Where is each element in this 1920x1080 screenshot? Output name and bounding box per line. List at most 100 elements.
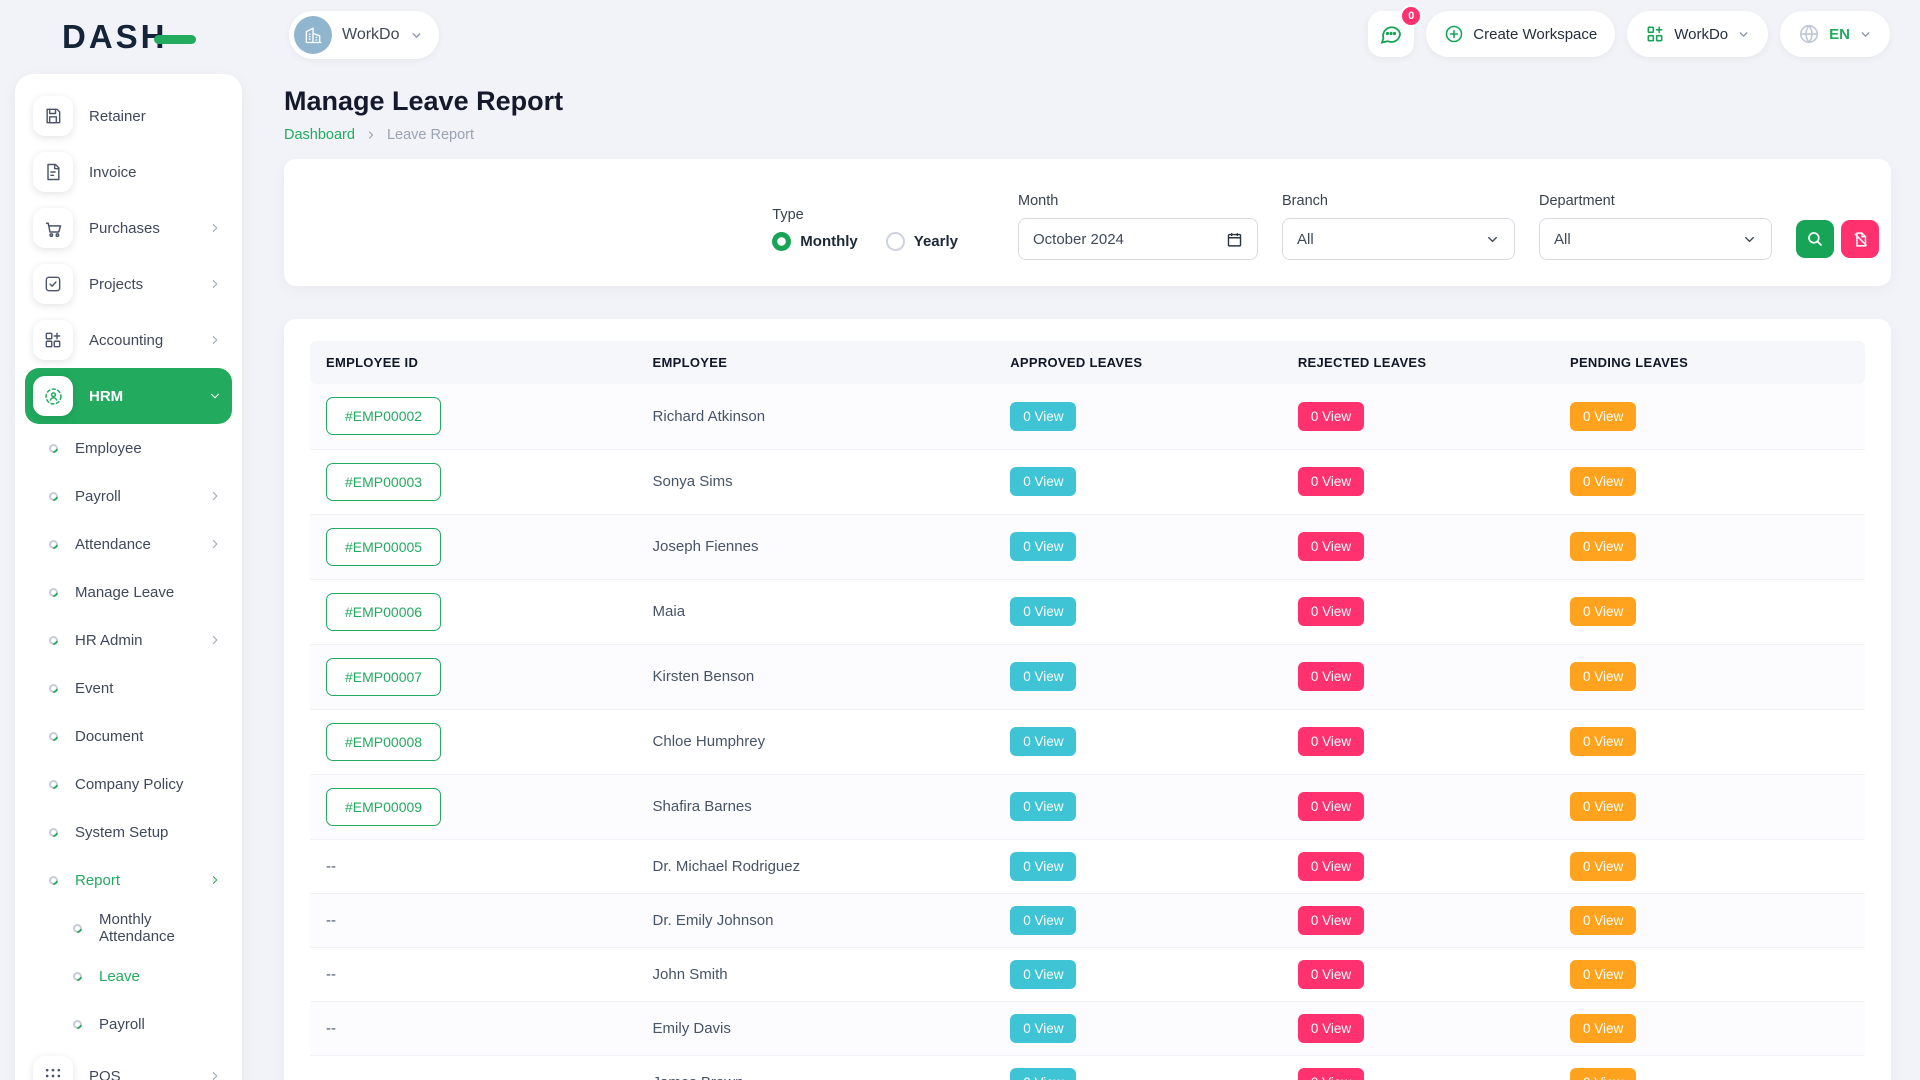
sidebar-item-system-setup[interactable]: System Setup bbox=[25, 808, 232, 856]
workspace-selector[interactable]: WorkDo bbox=[289, 11, 439, 59]
chevron-right-icon bbox=[208, 537, 222, 551]
branch-select[interactable]: All bbox=[1282, 218, 1515, 260]
sidebar-item-hrm[interactable]: HRM bbox=[25, 368, 232, 424]
approved-leaves-view-button[interactable]: 0 View bbox=[1010, 792, 1076, 821]
employee-name: James Brown bbox=[653, 1074, 744, 1080]
employee-id-badge[interactable]: #EMP00008 bbox=[326, 723, 441, 761]
type-radio-yearly[interactable]: Yearly bbox=[886, 232, 958, 251]
rejected-leaves-view-button[interactable]: 0 View bbox=[1298, 662, 1364, 691]
rejected-leaves-view-button[interactable]: 0 View bbox=[1298, 467, 1364, 496]
employee-id-badge[interactable]: #EMP00009 bbox=[326, 788, 441, 826]
column-header: PENDING LEAVES bbox=[1554, 341, 1865, 384]
approved-leaves-view-button[interactable]: 0 View bbox=[1010, 467, 1076, 496]
approved-leaves-view-button[interactable]: 0 View bbox=[1010, 402, 1076, 431]
pending-leaves-view-button[interactable]: 0 View bbox=[1570, 532, 1636, 561]
rejected-leaves-view-button[interactable]: 0 View bbox=[1298, 852, 1364, 881]
breadcrumb: Dashboard Leave Report bbox=[284, 127, 1891, 143]
pending-leaves-view-button[interactable]: 0 View bbox=[1570, 792, 1636, 821]
pending-leaves-view-button[interactable]: 0 View bbox=[1570, 960, 1636, 989]
sidebar-item-event[interactable]: Event bbox=[25, 664, 232, 712]
employee-id-empty: -- bbox=[326, 912, 336, 929]
employee-id-badge[interactable]: #EMP00003 bbox=[326, 463, 441, 501]
approved-leaves-view-button[interactable]: 0 View bbox=[1010, 532, 1076, 561]
breadcrumb-dashboard-link[interactable]: Dashboard bbox=[284, 127, 355, 143]
pending-leaves-view-button[interactable]: 0 View bbox=[1570, 906, 1636, 935]
rejected-leaves-view-button[interactable]: 0 View bbox=[1298, 1068, 1364, 1080]
month-input[interactable]: October 2024 bbox=[1018, 218, 1258, 260]
plus-circle-icon bbox=[1444, 24, 1464, 44]
sidebar-item-label: Payroll bbox=[99, 1016, 222, 1033]
pending-leaves-view-button[interactable]: 0 View bbox=[1570, 662, 1636, 691]
rejected-leaves-view-button[interactable]: 0 View bbox=[1298, 727, 1364, 756]
sidebar-item-employee[interactable]: Employee bbox=[25, 424, 232, 472]
sidebar-item-monthly-attendance[interactable]: Monthly Attendance bbox=[25, 904, 232, 952]
sidebar-item-label: Purchases bbox=[89, 220, 208, 237]
sidebar-item-payroll[interactable]: Payroll bbox=[25, 472, 232, 520]
sidebar-item-purchases[interactable]: Purchases bbox=[25, 200, 232, 256]
approved-leaves-view-button[interactable]: 0 View bbox=[1010, 662, 1076, 691]
employee-id-badge[interactable]: #EMP00007 bbox=[326, 658, 441, 696]
bullet-icon bbox=[47, 586, 60, 599]
pending-leaves-view-button[interactable]: 0 View bbox=[1570, 1068, 1636, 1080]
approved-leaves-view-button[interactable]: 0 View bbox=[1010, 960, 1076, 989]
approved-leaves-view-button[interactable]: 0 View bbox=[1010, 852, 1076, 881]
sidebar-item-accounting[interactable]: Accounting bbox=[25, 312, 232, 368]
rejected-leaves-view-button[interactable]: 0 View bbox=[1298, 960, 1364, 989]
sidebar-item-leave[interactable]: Leave bbox=[25, 952, 232, 1000]
rejected-leaves-view-button[interactable]: 0 View bbox=[1298, 906, 1364, 935]
table-row: #EMP00009Shafira Barnes0 View0 View0 Vie… bbox=[310, 774, 1865, 839]
workdo-menu-button[interactable]: WorkDo bbox=[1627, 11, 1768, 57]
search-button[interactable] bbox=[1796, 220, 1834, 258]
sidebar-item-label: Report bbox=[75, 872, 208, 889]
type-label: Type bbox=[772, 207, 958, 223]
bullet-icon bbox=[47, 682, 60, 695]
pending-leaves-view-button[interactable]: 0 View bbox=[1570, 467, 1636, 496]
pending-leaves-view-button[interactable]: 0 View bbox=[1570, 727, 1636, 756]
pending-leaves-view-button[interactable]: 0 View bbox=[1570, 597, 1636, 626]
pending-leaves-view-button[interactable]: 0 View bbox=[1570, 852, 1636, 881]
employee-id-badge[interactable]: #EMP00002 bbox=[326, 397, 441, 435]
rejected-leaves-view-button[interactable]: 0 View bbox=[1298, 792, 1364, 821]
pending-leaves-view-button[interactable]: 0 View bbox=[1570, 402, 1636, 431]
sidebar-item-label: System Setup bbox=[75, 824, 222, 841]
employee-id-badge[interactable]: #EMP00006 bbox=[326, 593, 441, 631]
sidebar-item-attendance[interactable]: Attendance bbox=[25, 520, 232, 568]
rejected-leaves-view-button[interactable]: 0 View bbox=[1298, 597, 1364, 626]
rejected-leaves-view-button[interactable]: 0 View bbox=[1298, 402, 1364, 431]
create-workspace-button[interactable]: Create Workspace bbox=[1426, 11, 1615, 57]
approved-leaves-view-button[interactable]: 0 View bbox=[1010, 727, 1076, 756]
bullet-icon bbox=[47, 874, 60, 887]
approved-leaves-view-button[interactable]: 0 View bbox=[1010, 906, 1076, 935]
breadcrumb-current: Leave Report bbox=[387, 127, 474, 143]
calendar-icon bbox=[1226, 231, 1243, 248]
approved-leaves-view-button[interactable]: 0 View bbox=[1010, 1068, 1076, 1080]
radio-icon bbox=[886, 232, 905, 251]
approved-leaves-view-button[interactable]: 0 View bbox=[1010, 1014, 1076, 1043]
approved-leaves-view-button[interactable]: 0 View bbox=[1010, 597, 1076, 626]
messages-button[interactable]: 0 bbox=[1368, 11, 1414, 57]
sidebar-item-manage-leave[interactable]: Manage Leave bbox=[25, 568, 232, 616]
type-radio-monthly[interactable]: Monthly bbox=[772, 232, 858, 251]
sidebar-item-document[interactable]: Document bbox=[25, 712, 232, 760]
language-selector[interactable]: EN bbox=[1780, 11, 1890, 57]
chevron-right-icon bbox=[208, 333, 222, 347]
sidebar-item-payroll[interactable]: Payroll bbox=[25, 1000, 232, 1048]
sidebar-item-retainer[interactable]: Retainer bbox=[25, 88, 232, 144]
employee-name: John Smith bbox=[653, 966, 728, 983]
reset-filter-button[interactable] bbox=[1841, 220, 1879, 258]
employee-id-empty: -- bbox=[326, 858, 336, 875]
employee-id-badge[interactable]: #EMP00005 bbox=[326, 528, 441, 566]
app-logo[interactable]: DASH bbox=[62, 18, 196, 56]
sidebar-item-company-policy[interactable]: Company Policy bbox=[25, 760, 232, 808]
sidebar-item-label: HR Admin bbox=[75, 632, 208, 649]
department-select[interactable]: All bbox=[1539, 218, 1772, 260]
sidebar-item-invoice[interactable]: Invoice bbox=[25, 144, 232, 200]
sidebar-item-hr-admin[interactable]: HR Admin bbox=[25, 616, 232, 664]
table-row: --Dr. Michael Rodriguez0 View0 View0 Vie… bbox=[310, 839, 1865, 893]
sidebar-item-report[interactable]: Report bbox=[25, 856, 232, 904]
rejected-leaves-view-button[interactable]: 0 View bbox=[1298, 1014, 1364, 1043]
sidebar-item-pos[interactable]: POS bbox=[25, 1048, 232, 1080]
sidebar-item-projects[interactable]: Projects bbox=[25, 256, 232, 312]
pending-leaves-view-button[interactable]: 0 View bbox=[1570, 1014, 1636, 1043]
rejected-leaves-view-button[interactable]: 0 View bbox=[1298, 532, 1364, 561]
